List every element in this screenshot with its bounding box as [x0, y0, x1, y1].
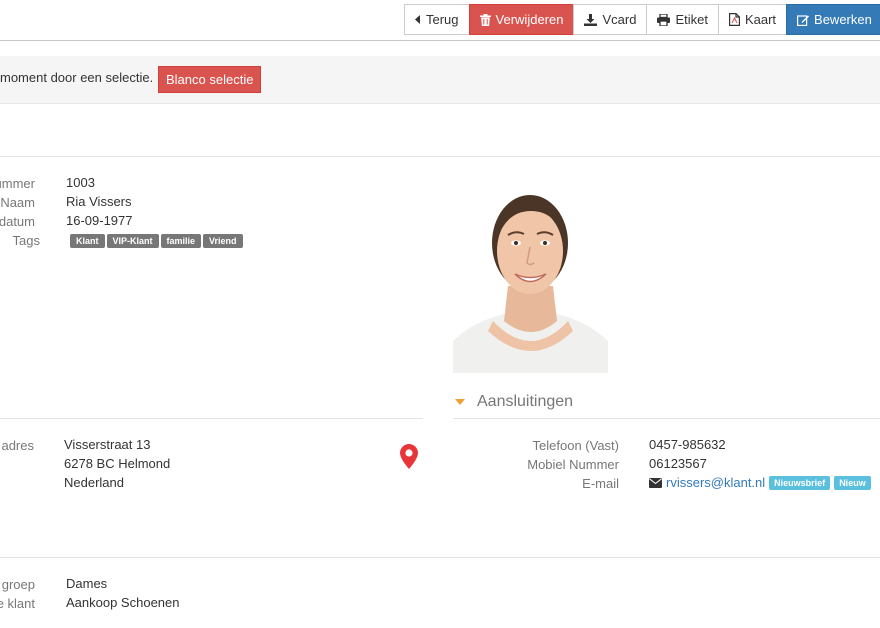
address-divider [0, 418, 423, 419]
extra-divider [0, 557, 880, 558]
notice-text: moment door een selectie. [0, 70, 154, 85]
tags-label: Tags [12, 233, 40, 248]
birthdate-value: 16-09-1977 [66, 213, 133, 228]
blank-selection-button[interactable]: Blanco selectie [158, 66, 262, 93]
vcard-button-label: Vcard [602, 12, 637, 27]
tag-badge[interactable]: VIP-Klant [106, 234, 159, 248]
label-print-button-label: Etiket [675, 12, 708, 27]
email-label: E-mail [582, 476, 619, 491]
newsletter-badge: Nieuwsbrief [769, 475, 831, 490]
number-value: 1003 [66, 175, 95, 190]
group-value: Dames [66, 576, 108, 591]
map-button-label: Kaart [744, 12, 777, 27]
back-button[interactable]: Terug [404, 4, 470, 35]
delete-button[interactable]: Verwijderen [468, 4, 575, 35]
name-label: Naam [0, 195, 35, 210]
print-icon [657, 13, 671, 26]
edit-button[interactable]: Bewerken [786, 4, 880, 35]
number-label: ummer [0, 176, 35, 191]
connections-header[interactable]: Aansluitingen [455, 393, 573, 411]
action-toolbar: Terug Verwijderen Vcard Etiket Kaart Bew… [404, 4, 880, 35]
phone-label: Telefoon (Vast) [532, 438, 619, 453]
tag-badge[interactable]: Vriend [203, 234, 243, 248]
map-button[interactable]: Kaart [717, 4, 788, 35]
email-row: rvissers@klant.nl Nieuwsbrief Nieuw [649, 475, 871, 490]
section-divider [0, 156, 880, 157]
envelope-icon [649, 477, 662, 488]
connections-title: Aansluitingen [477, 393, 574, 410]
trash-icon [479, 13, 491, 26]
map-pin-icon[interactable] [400, 444, 418, 469]
address-label: adres [1, 438, 34, 453]
tags-list: Klant VIP-Klant familie Vriend [70, 234, 243, 248]
mobile-label: Mobiel Nummer [527, 457, 619, 472]
edit-button-label: Bewerken [814, 12, 872, 27]
download-icon [584, 13, 598, 26]
back-button-label: Terug [426, 12, 459, 27]
toolbar-divider [0, 40, 880, 41]
name-value: Ria Vissers [66, 194, 132, 209]
customer-type-label: e klant [0, 596, 35, 611]
tag-badge[interactable]: familie [160, 234, 202, 248]
address-line-2: 6278 BC Helmond [64, 456, 171, 471]
mobile-value: 06123567 [649, 456, 707, 471]
delete-button-label: Verwijderen [495, 12, 564, 27]
vcard-button[interactable]: Vcard [573, 4, 648, 35]
edit-icon [797, 14, 810, 26]
connections-divider [453, 418, 880, 419]
pdf-file-icon [728, 13, 740, 26]
caret-down-icon [455, 399, 465, 405]
customer-type-value: Aankoop Schoenen [66, 595, 180, 610]
email-link[interactable]: rvissers@klant.nl [666, 475, 765, 490]
selection-notice: moment door een selectie. Blanco selecti… [0, 56, 880, 104]
caret-left-icon [415, 15, 420, 24]
newsletter-badge: Nieuw [834, 475, 871, 490]
group-label: groep [1, 577, 35, 592]
label-print-button[interactable]: Etiket [646, 4, 719, 35]
birthdate-label: datum [0, 214, 35, 229]
profile-photo [453, 171, 608, 373]
address-line-1: Visserstraat 13 [64, 437, 151, 452]
phone-value: 0457-985632 [649, 437, 726, 452]
tag-badge[interactable]: Klant [70, 234, 105, 248]
address-line-3: Nederland [64, 475, 124, 490]
